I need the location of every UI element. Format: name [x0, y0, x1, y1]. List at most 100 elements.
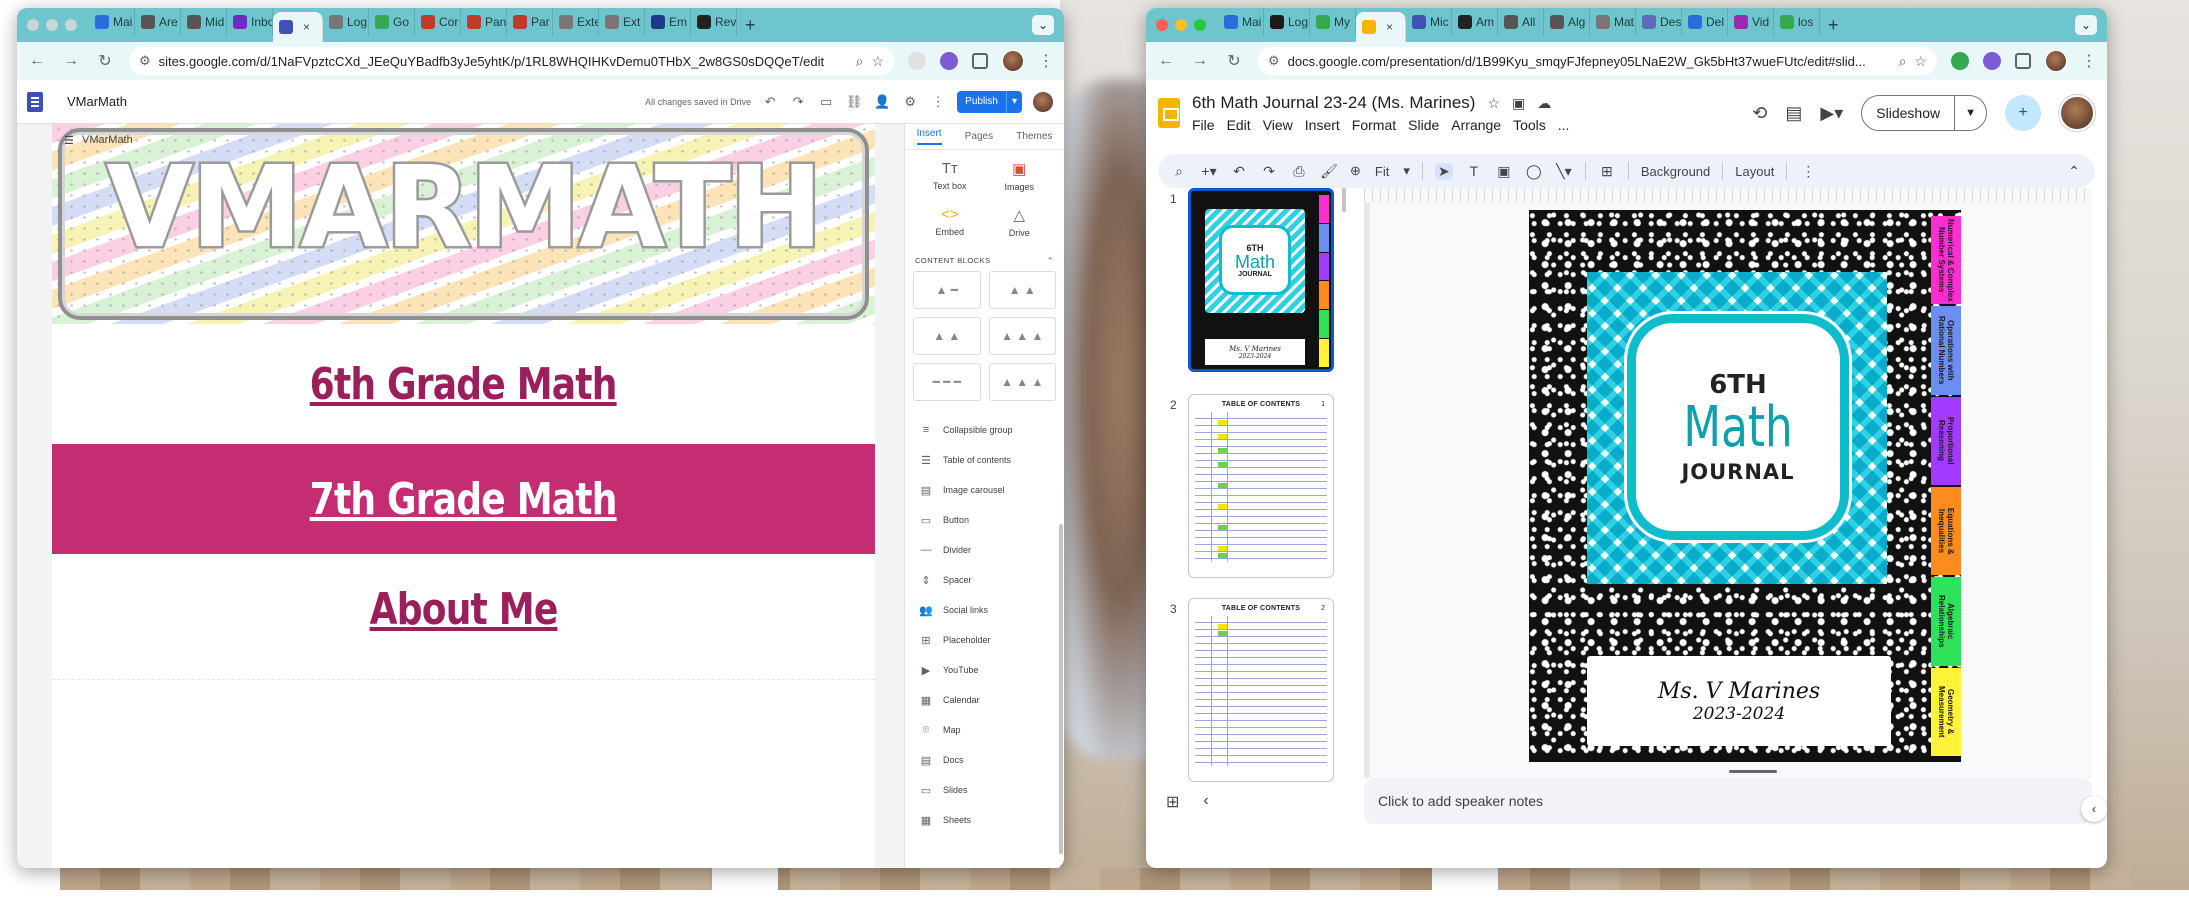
collapse-filmstrip-icon[interactable]: ‹: [1203, 792, 1208, 812]
menu-tools[interactable]: Tools: [1513, 117, 1546, 133]
link-7th-grade-math[interactable]: 7th Grade Math: [310, 474, 618, 525]
publish-dropdown-icon[interactable]: ▾: [1005, 90, 1022, 113]
close-window-button[interactable]: [27, 19, 39, 31]
browser-tab[interactable]: Mai: [89, 8, 135, 36]
insert-placeholder[interactable]: ⊞ Placeholder: [919, 625, 1050, 655]
browser-tab[interactable]: Log: [1264, 8, 1310, 36]
version-history-icon[interactable]: ⟲: [1752, 103, 1767, 124]
menu-insert[interactable]: Insert: [1305, 117, 1340, 133]
redo-icon[interactable]: ↷: [1260, 163, 1278, 180]
star-icon[interactable]: ☆: [1487, 95, 1500, 112]
zoom-window-button[interactable]: [1194, 19, 1206, 31]
insert-image-carousel[interactable]: ▤ Image carousel: [919, 475, 1050, 505]
share-icon[interactable]: 👤: [873, 94, 891, 110]
divider-tab[interactable]: Numerical & Complex Number Systems: [1931, 216, 1961, 305]
menu-icon[interactable]: ☰: [64, 134, 74, 147]
browser-tab[interactable]: Alg: [1544, 8, 1590, 36]
more-options-icon[interactable]: ⋮: [1799, 163, 1817, 180]
browser-tab[interactable]: Em: [645, 8, 691, 36]
minimize-window-button[interactable]: [46, 19, 58, 31]
insert-button[interactable]: ▭ Button: [919, 505, 1050, 535]
insert-images[interactable]: ▣ Images: [985, 160, 1055, 192]
browser-tab[interactable]: Par: [507, 8, 553, 36]
undo-icon[interactable]: ↶: [761, 94, 779, 110]
extension-icon[interactable]: [1951, 52, 1969, 70]
browser-tab[interactable]: ×: [1356, 12, 1406, 42]
chevron-down-icon[interactable]: ▾: [1403, 163, 1410, 179]
tab-pages[interactable]: Pages: [965, 131, 993, 142]
browser-tab[interactable]: Log: [323, 8, 369, 36]
paint-format-icon[interactable]: 🖌: [1320, 163, 1338, 180]
browser-tab[interactable]: Del: [1682, 8, 1728, 36]
address-url[interactable]: sites.google.com/d/1NaFVpztcCXd_JEeQuYBa…: [159, 54, 848, 69]
browser-tab[interactable]: Mai: [1218, 8, 1264, 36]
address-bar[interactable]: ⚙ docs.google.com/presentation/d/1B99Kyu…: [1258, 47, 1937, 75]
browser-tab[interactable]: Pan: [461, 8, 507, 36]
redo-icon[interactable]: ↷: [789, 94, 807, 110]
copy-link-icon[interactable]: ⛓: [845, 94, 863, 110]
insert-slides[interactable]: ▭ Slides: [919, 775, 1050, 805]
search-menus-icon[interactable]: ⌕: [1170, 163, 1188, 180]
content-blocks-header[interactable]: CONTENT BLOCKS ⌃: [905, 238, 1064, 271]
account-avatar[interactable]: [1032, 90, 1054, 113]
extension-icon[interactable]: [908, 52, 926, 70]
browser-tab[interactable]: ×: [273, 12, 323, 42]
browser-tab[interactable]: Go: [369, 8, 415, 36]
grid-view-icon[interactable]: ⊞: [1166, 792, 1179, 812]
zoom-icon[interactable]: ⌕: [1899, 53, 1907, 70]
tab-themes[interactable]: Themes: [1016, 131, 1052, 142]
menu-arrange[interactable]: Arrange: [1451, 117, 1501, 133]
slide-thumbnail-2[interactable]: TABLE OF CONTENTS 1: [1188, 394, 1334, 578]
insert-map[interactable]: ⌾ Map: [919, 715, 1050, 745]
print-icon[interactable]: ⎙: [1290, 163, 1308, 180]
browser-tab[interactable]: Rev: [691, 8, 737, 36]
link-6th-grade-math[interactable]: 6th Grade Math: [310, 359, 618, 410]
slide-thumbnail-3[interactable]: TABLE OF CONTENTS 2: [1188, 598, 1334, 782]
link-about-me[interactable]: About Me: [370, 584, 559, 635]
browser-tab[interactable]: Mat: [1590, 8, 1636, 36]
browser-tab[interactable]: Exte: [553, 8, 599, 36]
divider-tab[interactable]: Proportional Reasoning: [1931, 396, 1961, 485]
content-block-layout[interactable]: ▲ ▲ ▲: [988, 363, 1056, 401]
content-block-layout[interactable]: ▲ ▲: [913, 317, 981, 355]
zoom-icon[interactable]: ⌕: [856, 53, 864, 70]
content-block-layout[interactable]: ▲ ▲ ▲: [988, 317, 1056, 355]
insert-collapsible-group[interactable]: ≡ Collapsible group: [919, 415, 1050, 445]
tab-search-button[interactable]: ⌄: [1032, 15, 1054, 35]
browser-tab[interactable]: All: [1498, 8, 1544, 36]
meet-camera-icon[interactable]: ▶▾: [1820, 103, 1843, 124]
minimize-window-button[interactable]: [1175, 19, 1187, 31]
divider-tab[interactable]: Operations with Rational Numbers: [1931, 306, 1961, 395]
filmstrip-scrollbar[interactable]: [1342, 188, 1346, 212]
zoom-icon[interactable]: ⊕: [1350, 163, 1361, 179]
slideshow-button[interactable]: Slideshow ▼: [1861, 95, 1987, 131]
divider-tab[interactable]: Algebraic Relationships: [1931, 577, 1961, 666]
speaker-notes[interactable]: Click to add speaker notes: [1364, 778, 2092, 824]
divider-tab[interactable]: Equations & Inequalities: [1931, 486, 1961, 576]
back-icon[interactable]: ←: [1156, 52, 1176, 70]
menu-format[interactable]: Format: [1352, 117, 1396, 133]
browser-tab[interactable]: Inbo: [227, 8, 273, 36]
undo-icon[interactable]: ↶: [1230, 163, 1248, 180]
add-comment-icon[interactable]: ⊞: [1598, 163, 1616, 180]
slideshow-label[interactable]: Slideshow: [1862, 96, 1954, 130]
site-name[interactable]: VMarMath: [67, 94, 127, 109]
browser-tab[interactable]: Mic: [1406, 8, 1452, 36]
site-info-icon[interactable]: ⚙: [139, 53, 151, 69]
close-tab-icon[interactable]: ×: [303, 20, 310, 34]
select-arrow-icon[interactable]: ➤: [1434, 162, 1453, 180]
tab-insert[interactable]: Insert: [916, 128, 942, 145]
address-bar[interactable]: ⚙ sites.google.com/d/1NaFVpztcCXd_JEeQuY…: [129, 47, 894, 75]
line-icon[interactable]: ╲▾: [1555, 163, 1573, 180]
publish-button-label[interactable]: Publish: [957, 90, 1006, 113]
extensions-puzzle-icon[interactable]: [972, 53, 988, 69]
slide-thumbnail-1[interactable]: 6TH Math JOURNAL Ms. V Marines 2023-2024: [1188, 188, 1334, 372]
google-slides-logo-icon[interactable]: [1158, 98, 1180, 128]
google-sites-logo-icon[interactable]: [27, 91, 43, 112]
menu-slide[interactable]: Slide: [1408, 117, 1439, 133]
extension-badge-icon[interactable]: [1983, 52, 2001, 70]
insert-calendar[interactable]: ▦ Calendar: [919, 685, 1050, 715]
shape-icon[interactable]: ◯: [1525, 163, 1543, 180]
browser-tab[interactable]: Cor: [415, 8, 461, 36]
zoom-control[interactable]: ⊕ Fit ▾: [1350, 163, 1410, 179]
